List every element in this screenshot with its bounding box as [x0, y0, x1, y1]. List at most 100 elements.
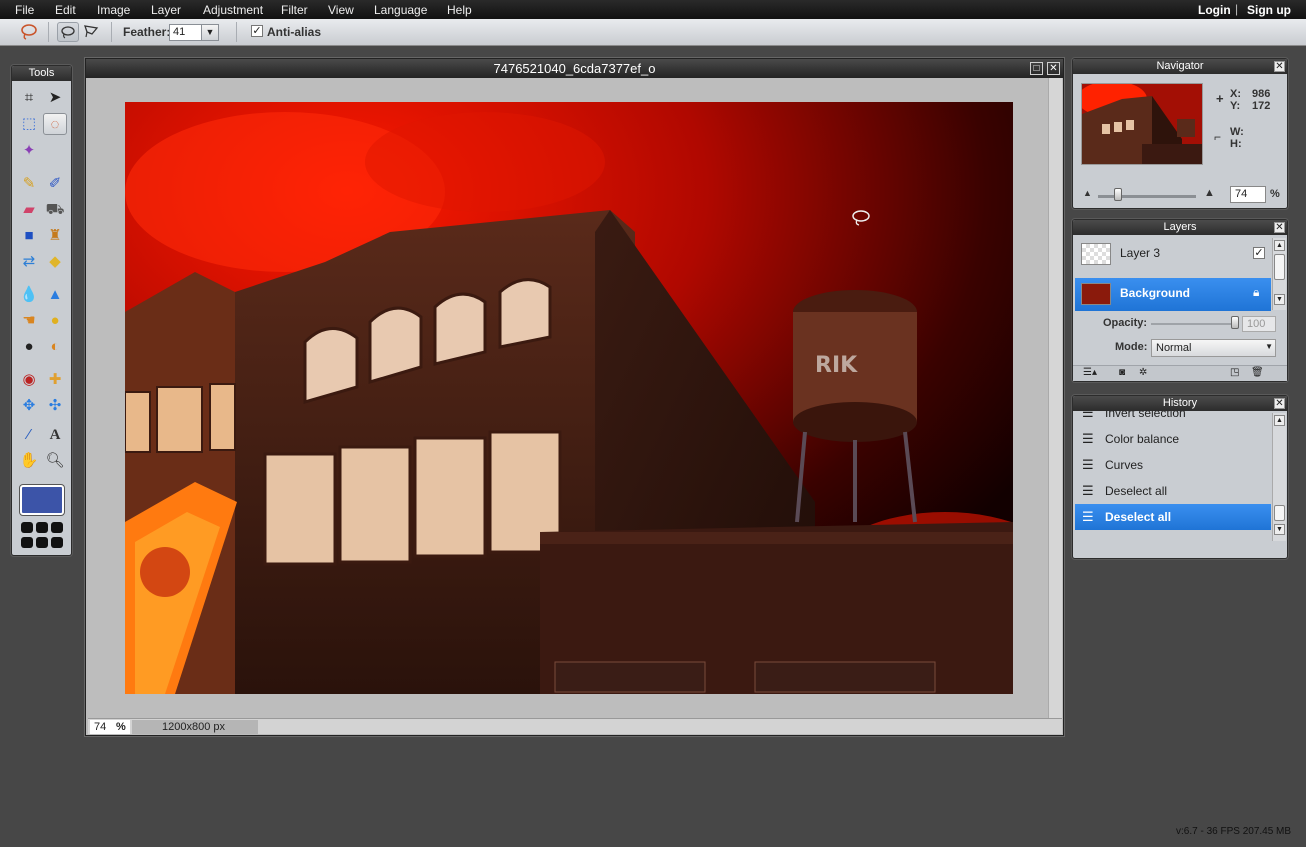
- scroll-up-icon[interactable]: ▲: [1274, 415, 1285, 426]
- layer-style-icon[interactable]: ✲: [1139, 367, 1147, 378]
- hand-tool-icon[interactable]: ✋: [17, 450, 41, 472]
- move-tool-icon[interactable]: ➤: [43, 87, 67, 109]
- clone-stamp-tool-icon[interactable]: ♜: [43, 225, 67, 247]
- nav-x-label: X:: [1230, 88, 1241, 100]
- maximize-icon[interactable]: □: [1030, 62, 1043, 75]
- menu-language[interactable]: Language: [374, 3, 427, 17]
- history-scrollbar[interactable]: ▲ ▼: [1272, 413, 1286, 541]
- history-item[interactable]: ☰ Invert selection: [1075, 411, 1271, 426]
- pinch-tool-icon[interactable]: ✣: [43, 395, 67, 417]
- canvas-area[interactable]: RIK: [88, 78, 1048, 718]
- history-item[interactable]: ☰ Deselect all: [1075, 478, 1271, 504]
- menubar: File Edit Image Layer Adjustment Filter …: [0, 0, 1306, 19]
- brush-tool-icon[interactable]: ✐: [43, 173, 67, 195]
- layers-scrollbar[interactable]: ▲ ▼: [1272, 238, 1286, 310]
- foreground-color-swatch[interactable]: [20, 485, 64, 515]
- lasso-tool-icon[interactable]: ◌: [43, 113, 67, 135]
- menu-adjustment[interactable]: Adjustment: [203, 3, 263, 17]
- zoom-out-icon[interactable]: ▲: [1083, 188, 1092, 198]
- menu-filter[interactable]: Filter: [281, 3, 308, 17]
- layer-name: Background: [1120, 286, 1191, 300]
- zoom-in-icon[interactable]: ▲: [1204, 187, 1215, 199]
- layout-option-button[interactable]: [36, 537, 48, 548]
- color-replace-tool-icon[interactable]: ⇄: [17, 251, 41, 273]
- options-divider: [111, 22, 112, 42]
- type-tool-icon[interactable]: A: [43, 424, 67, 446]
- navigator-thumbnail[interactable]: [1081, 83, 1203, 165]
- smudge-tool-icon[interactable]: ☚: [17, 310, 41, 332]
- layer-mask-icon[interactable]: ◙: [1119, 367, 1125, 378]
- nav-h-label: H:: [1230, 138, 1242, 150]
- login-link[interactable]: Login: [1198, 3, 1231, 17]
- menu-edit[interactable]: Edit: [55, 3, 76, 17]
- opacity-input[interactable]: 100: [1242, 316, 1276, 332]
- history-item-selected[interactable]: ☰ Deselect all: [1075, 504, 1271, 530]
- trash-icon[interactable]: 🗑︎: [1251, 367, 1264, 378]
- layout-option-button[interactable]: [51, 522, 63, 533]
- photo-canvas[interactable]: RIK: [125, 102, 1013, 694]
- navigator-panel: Navigator ✕ + X: 986 Y: 172 ⌐ W: H: ▲ ▲ …: [1072, 58, 1288, 209]
- zoom-tool-icon[interactable]: 🔍︎: [43, 450, 67, 472]
- menu-help[interactable]: Help: [447, 3, 472, 17]
- marquee-tool-icon[interactable]: ⬚: [17, 113, 41, 135]
- blur-tool-icon[interactable]: 💧: [17, 284, 41, 306]
- scroll-down-icon[interactable]: ▼: [1274, 294, 1285, 305]
- sharpen-tool-icon[interactable]: ▲: [43, 284, 67, 306]
- burn-tool-icon[interactable]: ●: [17, 336, 41, 358]
- nav-y-label: Y:: [1230, 100, 1241, 112]
- layout-option-button[interactable]: [51, 537, 63, 548]
- sponge-tool-icon[interactable]: ●: [43, 310, 67, 332]
- dodge-tool-icon[interactable]: ◐: [43, 336, 67, 358]
- opacity-slider-handle[interactable]: [1231, 316, 1239, 329]
- spot-heal-tool-icon[interactable]: ✚: [43, 369, 67, 391]
- history-item[interactable]: ☰ Curves: [1075, 452, 1271, 478]
- menu-view[interactable]: View: [328, 3, 354, 17]
- close-icon[interactable]: ✕: [1274, 398, 1285, 409]
- layout-option-button[interactable]: [21, 522, 33, 533]
- menu-file[interactable]: File: [15, 3, 34, 17]
- chevron-down-icon: ▼: [205, 27, 215, 37]
- crop-tool-icon[interactable]: ⌗: [17, 87, 41, 109]
- blend-mode-select[interactable]: Normal ▼: [1151, 339, 1276, 357]
- menu-layer[interactable]: Layer: [151, 3, 181, 17]
- opacity-slider-track[interactable]: [1151, 323, 1239, 325]
- layer-row[interactable]: Background 🔒︎: [1075, 278, 1271, 311]
- scroll-down-icon[interactable]: ▼: [1274, 524, 1285, 535]
- bloat-tool-icon[interactable]: ✥: [17, 395, 41, 417]
- nav-w-label: W:: [1230, 126, 1244, 138]
- color-picker-tool-icon[interactable]: ⁄: [17, 424, 41, 446]
- lasso-mode-polygon-button[interactable]: [81, 22, 103, 42]
- zoom-slider-track[interactable]: [1098, 195, 1196, 198]
- close-icon[interactable]: ✕: [1274, 61, 1285, 72]
- layer-visibility-checkbox[interactable]: ✓: [1253, 247, 1265, 259]
- eraser-tool-icon[interactable]: ▰: [17, 199, 41, 221]
- paint-bucket-tool-icon[interactable]: ⛟: [43, 199, 67, 221]
- zoom-slider-handle[interactable]: [1114, 188, 1122, 201]
- navigator-zoom-input[interactable]: 74: [1230, 186, 1266, 203]
- layer-settings-icon[interactable]: ☰▴: [1083, 367, 1097, 378]
- gradient-tool-icon[interactable]: ■: [17, 225, 41, 247]
- lasso-mode-freehand-button[interactable]: [57, 22, 79, 42]
- red-eye-tool-icon[interactable]: ◉: [17, 369, 41, 391]
- scroll-thumb[interactable]: [1274, 254, 1285, 280]
- layout-option-button[interactable]: [21, 537, 33, 548]
- feather-dropdown-button[interactable]: ▼: [201, 24, 219, 41]
- menu-image[interactable]: Image: [97, 3, 130, 17]
- new-layer-icon[interactable]: ◳: [1230, 367, 1239, 378]
- layer-row[interactable]: Layer 3 ✓: [1075, 238, 1271, 271]
- signup-link[interactable]: Sign up: [1247, 3, 1291, 17]
- magic-wand-tool-icon[interactable]: ✦: [17, 140, 41, 162]
- drawing-tool-icon[interactable]: ◆: [43, 251, 67, 273]
- scroll-up-icon[interactable]: ▲: [1274, 240, 1285, 251]
- history-item[interactable]: ☰ Color balance: [1075, 426, 1271, 452]
- close-icon[interactable]: ✕: [1274, 222, 1285, 233]
- antialias-checkbox[interactable]: ✓: [251, 25, 263, 37]
- checkmark-icon: ✓: [252, 25, 262, 37]
- layout-option-button[interactable]: [36, 522, 48, 533]
- scroll-thumb[interactable]: [1274, 505, 1285, 521]
- image-size-label: 1200x800 px: [132, 720, 258, 734]
- close-icon[interactable]: ✕: [1047, 62, 1060, 75]
- canvas-vertical-scrollbar[interactable]: [1048, 78, 1062, 718]
- navigator-zoom-unit: %: [1270, 188, 1280, 200]
- pencil-tool-icon[interactable]: ✎: [17, 173, 41, 195]
